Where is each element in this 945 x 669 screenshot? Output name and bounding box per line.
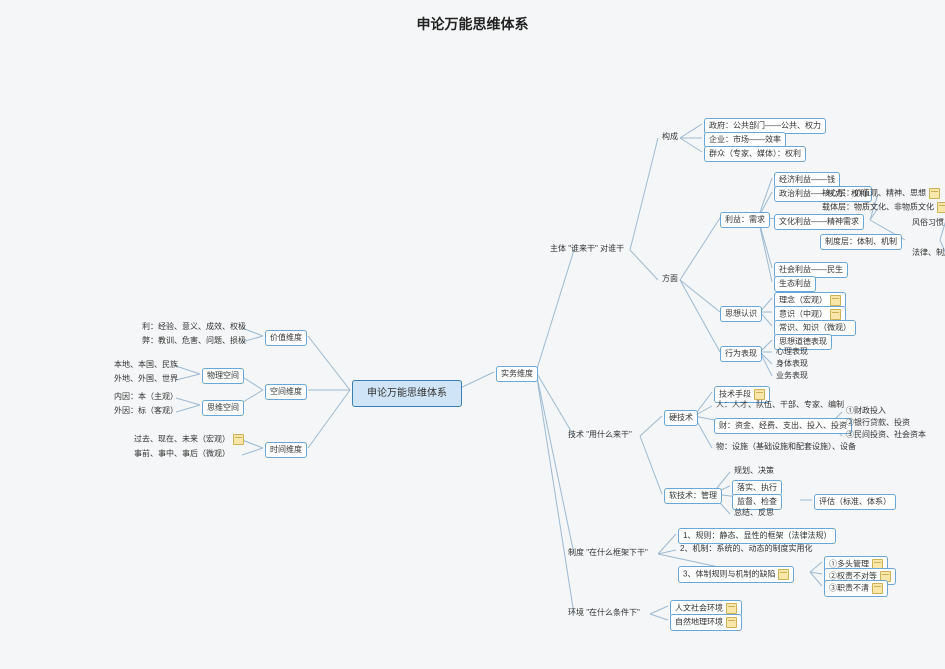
node-tech[interactable]: 技术 "用什么来干" xyxy=(566,430,634,440)
leaf-biz: 业务表现 xyxy=(774,371,810,381)
leaf-time-b: 事前、事中、事后（微观） xyxy=(132,449,232,459)
node-aspect[interactable]: 方面 xyxy=(660,274,680,284)
leaf-money-b: ②银行贷款、投资 xyxy=(844,418,912,428)
leaf-cult-core: 核心层：价值观、精神、思想 xyxy=(820,188,942,199)
leaf-phys-b: 外地、外国、世界 xyxy=(112,374,180,384)
leaf-material: 物：设施（基础设施和配套设施）、设备 xyxy=(714,442,858,452)
node-money[interactable]: 财：资金、经费、支出、投入、投资 xyxy=(714,418,852,434)
root-node[interactable]: 申论万能思维体系 xyxy=(352,380,462,407)
leaf-customs: 风俗习惯 xyxy=(910,218,945,228)
leaf-prob-c: ③职责不清 xyxy=(824,580,888,597)
note-icon xyxy=(778,569,789,580)
node-soft-tech[interactable]: 软技术：管理 xyxy=(664,488,722,504)
leaf-plan: 规划、决策 xyxy=(732,466,776,476)
leaf-mass: 群众（专家、媒体）：权利 xyxy=(704,146,806,162)
note-icon xyxy=(929,188,940,199)
note-icon xyxy=(754,389,765,400)
leaf-eval: 评估（标准、体系） xyxy=(814,494,896,510)
node-subject[interactable]: 主体 "谁来干" 对谁干 xyxy=(548,244,626,254)
note-icon xyxy=(830,295,841,306)
leaf-time-a: 过去、现在、未来（宏观） xyxy=(132,434,246,445)
leaf-money-a: ①财政投入 xyxy=(844,406,888,416)
node-prob[interactable]: 3、体制规则与机制的缺陷 xyxy=(678,566,794,583)
leaf-law: 法律、制度 xyxy=(910,248,945,258)
node-cult-system[interactable]: 制度层：体制、机制 xyxy=(820,234,902,250)
node-culture[interactable]: 文化利益——精神需求 xyxy=(774,214,864,230)
leaf-body: 身体表现 xyxy=(774,359,810,369)
leaf-mind-a: 内因：本（主观） xyxy=(112,392,180,402)
leaf-cult-carrier: 载体层：物质文化、非物质文化 xyxy=(820,202,945,213)
leaf-eco: 生态利益 xyxy=(774,276,816,292)
node-env[interactable]: 环境 "在什么条件下" xyxy=(566,608,642,618)
leaf-mech: 2、机制：系统的、动态的制度实用化 xyxy=(678,544,814,554)
leaf-phys-a: 本地、本国、民族 xyxy=(112,360,180,370)
note-icon xyxy=(233,434,244,445)
node-value-dim[interactable]: 价值维度 xyxy=(265,330,307,346)
node-system[interactable]: 制度 "在什么框架下干" xyxy=(566,548,650,558)
note-icon xyxy=(872,583,883,594)
node-hard-tech[interactable]: 硬技术 xyxy=(664,410,698,426)
note-icon xyxy=(726,603,737,614)
note-icon xyxy=(726,617,737,628)
note-icon xyxy=(830,309,841,320)
leaf-people: 人：人才、队伍、干部、专家、编制 xyxy=(714,400,846,410)
node-composition[interactable]: 构成 xyxy=(660,132,680,142)
node-thought[interactable]: 思想认识 xyxy=(720,306,762,322)
leaf-sum: 总结、反思 xyxy=(732,508,776,518)
leaf-env-nature: 自然地理环境 xyxy=(670,614,742,631)
leaf-mind-b: 外因：标（客观） xyxy=(112,406,180,416)
leaf-rule: 1、规则：静态、显性的框架（法律法规） xyxy=(678,528,836,544)
node-mind-space[interactable]: 思维空间 xyxy=(202,400,244,416)
note-icon xyxy=(937,202,945,213)
node-time-dim[interactable]: 时间维度 xyxy=(265,442,307,458)
leaf-value-bi: 弊：教训、危害、问题、损极 xyxy=(140,336,248,346)
node-interest[interactable]: 利益：需求 xyxy=(720,212,770,228)
node-behavior[interactable]: 行为表现 xyxy=(720,346,762,362)
node-phys-space[interactable]: 物理空间 xyxy=(202,368,244,384)
leaf-psy: 心理表现 xyxy=(774,347,810,357)
node-practice[interactable]: 实务维度 xyxy=(496,366,538,382)
leaf-value-li: 利：经验、意义、成效、权极 xyxy=(140,322,248,332)
leaf-money-c: ③民间投资、社会资本 xyxy=(844,430,928,440)
node-space-dim[interactable]: 空间维度 xyxy=(265,384,307,400)
